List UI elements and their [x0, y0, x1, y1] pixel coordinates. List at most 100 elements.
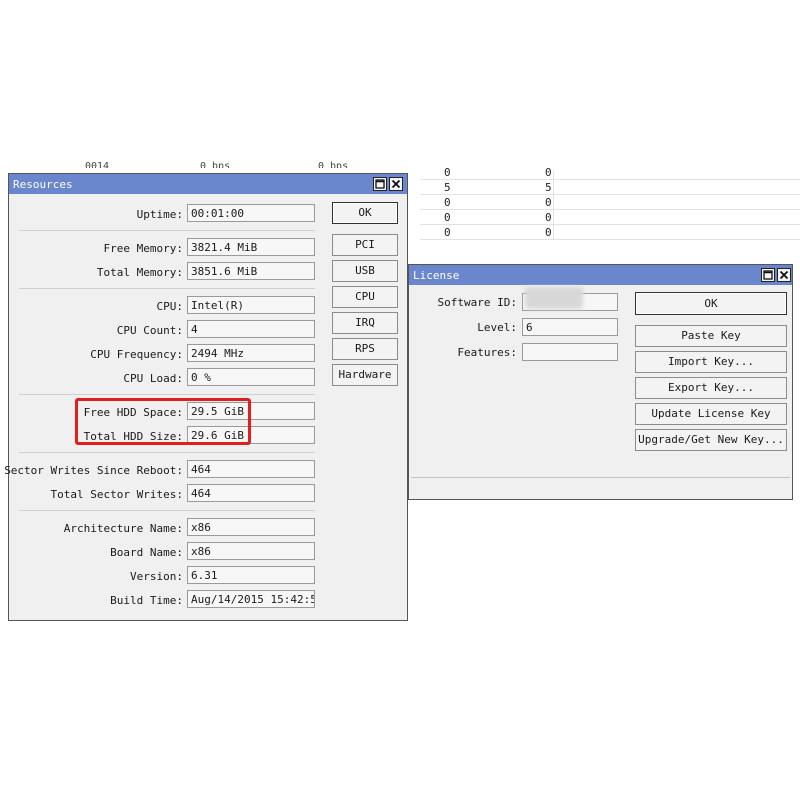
bg-cut-text: 0014 [85, 161, 110, 168]
resources-titlebar[interactable]: Resources [9, 174, 407, 194]
cpu-frequency-row: CPU Frequency: [9, 344, 183, 364]
section-divider [19, 230, 315, 231]
close-icon [779, 270, 789, 280]
rps-button[interactable]: RPS [332, 338, 398, 360]
section-divider [19, 510, 315, 511]
maximize-button[interactable] [761, 268, 775, 282]
resources-window: Resources Uptime: 00:01:00 Free Memory: … [4, 173, 408, 621]
sector-writes-reboot-field[interactable]: 464 [187, 460, 315, 478]
bg-cell: 0 [545, 166, 552, 179]
total-memory-label: Total Memory: [96, 266, 183, 279]
redacted-software-id [525, 287, 583, 309]
maximize-button[interactable] [373, 177, 387, 191]
software-id-label: Software ID: [437, 296, 517, 309]
total-memory-row: Total Memory: [9, 262, 183, 282]
bg-cell: 0 [444, 226, 451, 239]
status-divider [411, 477, 790, 478]
license-ok-button[interactable]: OK [635, 292, 787, 315]
version-label: Version: [130, 570, 183, 583]
features-row: Features: [409, 342, 517, 362]
bg-table-row: 5 5 [420, 180, 800, 195]
level-label: Level: [477, 321, 517, 334]
bg-cell: 5 [444, 181, 451, 194]
cpu-count-field[interactable]: 4 [187, 320, 315, 338]
close-button[interactable] [777, 268, 791, 282]
export-key-button[interactable]: Export Key... [635, 377, 787, 399]
bg-cell: 5 [545, 181, 552, 194]
sector-writes-reboot-label: Sector Writes Since Reboot: [4, 464, 183, 477]
uptime-row: Uptime: [9, 204, 183, 224]
paste-key-button[interactable]: Paste Key [635, 325, 787, 347]
license-titlebar[interactable]: License [409, 265, 792, 285]
hardware-button[interactable]: Hardware [332, 364, 398, 386]
bg-table-row: 0 0 [420, 225, 800, 240]
window-title: License [413, 269, 460, 282]
cpu-field[interactable]: Intel(R) [187, 296, 315, 314]
build-time-field[interactable]: Aug/14/2015 15:42:51 [187, 590, 315, 608]
cpu-count-label: CPU Count: [116, 324, 183, 337]
maximize-icon [763, 270, 773, 280]
board-label: Board Name: [110, 546, 183, 559]
upgrade-get-new-key-button[interactable]: Upgrade/Get New Key... [635, 429, 787, 451]
board-field[interactable]: x86 [187, 542, 315, 560]
bg-table-row: 0 0 [420, 195, 800, 210]
sector-writes-reboot-row: Sector Writes Since Reboot: [4, 460, 183, 480]
usb-button[interactable]: USB [332, 260, 398, 282]
cpu-button[interactable]: CPU [332, 286, 398, 308]
irq-button[interactable]: IRQ [332, 312, 398, 334]
pci-button[interactable]: PCI [332, 234, 398, 256]
uptime-field[interactable]: 00:01:00 [187, 204, 315, 222]
bg-cell: 0 [545, 211, 552, 224]
cpu-load-label: CPU Load: [123, 372, 183, 385]
cpu-count-row: CPU Count: [9, 320, 183, 340]
architecture-label: Architecture Name: [63, 522, 183, 535]
level-field[interactable]: 6 [522, 318, 618, 336]
software-id-row: Software ID: [409, 292, 517, 312]
cpu-label: CPU: [156, 300, 184, 313]
architecture-row: Architecture Name: [9, 518, 183, 538]
window-title: Resources [13, 178, 73, 191]
section-divider [19, 394, 315, 395]
features-field[interactable] [522, 343, 618, 361]
bg-cell: 0 [444, 196, 451, 209]
bg-cell: 0 [444, 166, 451, 179]
bg-cell: 0 [444, 211, 451, 224]
cpu-row: CPU: [9, 296, 184, 316]
total-sector-writes-row: Total Sector Writes: [9, 484, 183, 504]
bg-table-row: 0 0 [420, 210, 800, 225]
import-key-button[interactable]: Import Key... [635, 351, 787, 373]
features-label: Features: [457, 346, 517, 359]
close-icon [391, 179, 401, 189]
bg-table-row: 0 0 [420, 165, 800, 180]
hdd-highlight-box [75, 398, 251, 445]
close-button[interactable] [389, 177, 403, 191]
board-row: Board Name: [9, 542, 183, 562]
free-memory-field[interactable]: 3821.4 MiB [187, 238, 315, 256]
total-memory-field[interactable]: 3851.6 MiB [187, 262, 315, 280]
maximize-icon [375, 179, 385, 189]
bg-cell: 0 [545, 196, 552, 209]
update-license-key-button[interactable]: Update License Key [635, 403, 787, 425]
bg-cell: 0 [545, 226, 552, 239]
resources-ok-button[interactable]: OK [332, 202, 398, 224]
section-divider [19, 452, 315, 453]
free-memory-label: Free Memory: [103, 242, 183, 255]
build-time-label: Build Time: [110, 594, 183, 607]
version-row: Version: [9, 566, 183, 586]
free-memory-row: Free Memory: [9, 238, 183, 258]
bg-cut-text: 0 bps [200, 161, 231, 168]
architecture-field[interactable]: x86 [187, 518, 315, 536]
section-divider [19, 288, 315, 289]
total-sector-writes-field[interactable]: 464 [187, 484, 315, 502]
cpu-frequency-label: CPU Frequency: [90, 348, 183, 361]
cpu-load-row: CPU Load: [9, 368, 183, 388]
level-row: Level: [409, 317, 517, 337]
version-field[interactable]: 6.31 [187, 566, 315, 584]
bg-cut-text: 0 bps [318, 161, 349, 168]
uptime-label: Uptime: [136, 208, 183, 221]
license-window: License Software ID: Level: 6 Features: … [408, 264, 793, 500]
total-sector-writes-label: Total Sector Writes: [50, 488, 183, 501]
build-time-row: Build Time: [9, 590, 183, 610]
cpu-frequency-field[interactable]: 2494 MHz [187, 344, 315, 362]
cpu-load-field[interactable]: 0 % [187, 368, 315, 386]
